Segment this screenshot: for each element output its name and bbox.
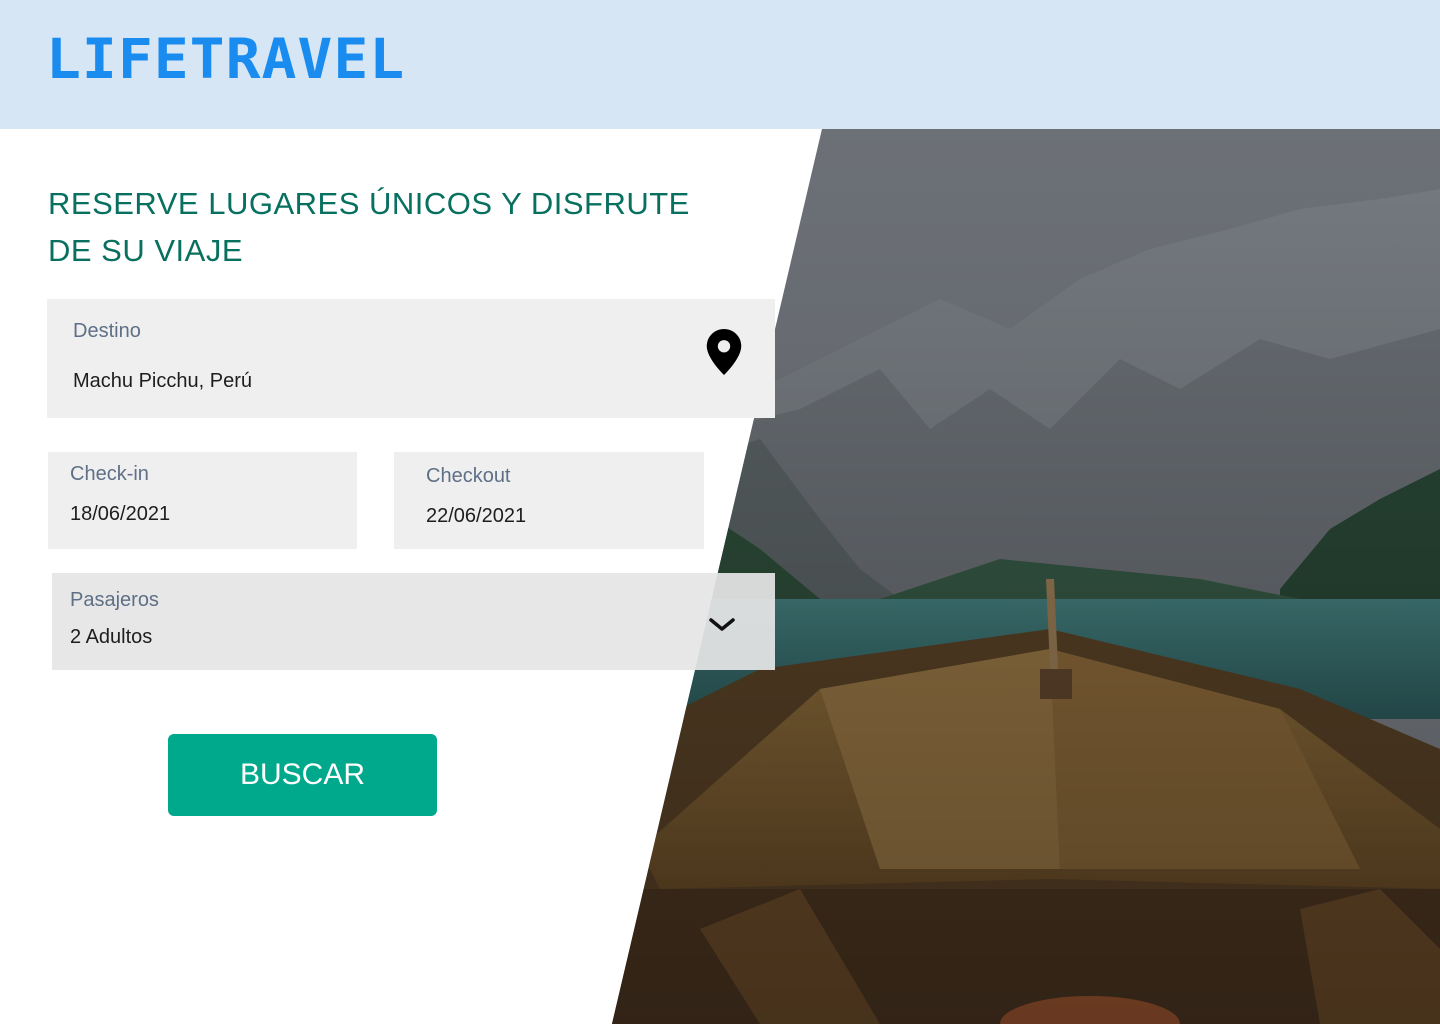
- passengers-select[interactable]: Pasajeros 2 Adultos: [52, 573, 775, 670]
- destination-field[interactable]: Destino Machu Picchu, Perú: [47, 299, 775, 418]
- checkout-field[interactable]: Checkout 22/06/2021: [394, 452, 704, 549]
- page-headline: RESERVE LUGARES ÚNICOS Y DISFRUTE DE SU …: [48, 186, 690, 268]
- destination-label: Destino: [73, 320, 141, 342]
- checkin-label: Check-in: [70, 463, 149, 485]
- checkout-label: Checkout: [426, 465, 511, 487]
- brand-logo[interactable]: LIFETRAVEL: [46, 31, 405, 86]
- destination-value[interactable]: Machu Picchu, Perú: [73, 370, 252, 393]
- search-button[interactable]: BUSCAR: [168, 734, 437, 816]
- chevron-down-icon[interactable]: [706, 612, 738, 636]
- passengers-label: Pasajeros: [70, 589, 159, 611]
- top-header: LIFETRAVEL: [0, 0, 1440, 129]
- passengers-value[interactable]: 2 Adultos: [70, 626, 152, 649]
- checkout-value[interactable]: 22/06/2021: [426, 505, 526, 528]
- checkin-value[interactable]: 18/06/2021: [70, 503, 170, 526]
- location-pin-icon[interactable]: [706, 329, 742, 375]
- checkin-field[interactable]: Check-in 18/06/2021: [48, 452, 357, 549]
